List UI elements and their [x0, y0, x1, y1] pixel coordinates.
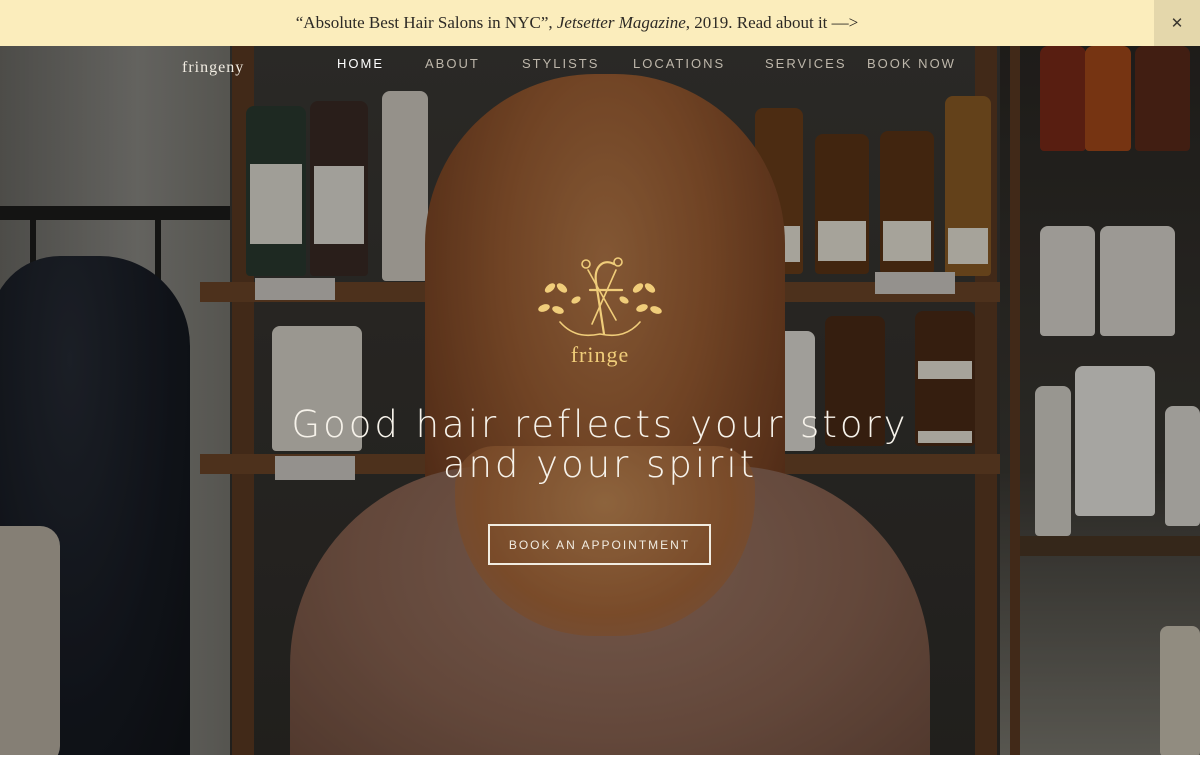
banner-publication: Jetsetter Magazine	[556, 13, 686, 32]
nav-stylists[interactable]: STYLISTS	[522, 56, 599, 71]
nav-home[interactable]: HOME	[337, 56, 384, 71]
announcement-banner: “Absolute Best Hair Salons in NYC”, Jets…	[0, 0, 1200, 46]
nav-book-now[interactable]: BOOK NOW	[867, 56, 956, 71]
close-icon: ✕	[1170, 14, 1184, 32]
nav-locations[interactable]: LOCATIONS	[633, 56, 725, 71]
banner-message[interactable]: “Absolute Best Hair Salons in NYC”, Jets…	[296, 13, 858, 33]
banner-quote: “Absolute Best Hair Salons in NYC”,	[295, 13, 557, 32]
nav-services[interactable]: SERVICES	[765, 56, 847, 71]
banner-read-link[interactable]: , 2019. Read about it —>	[686, 13, 858, 32]
banner-close-button[interactable]: ✕	[1154, 0, 1200, 46]
main-nav: HOME ABOUT STYLISTS LOCATIONS SERVICES B…	[0, 56, 1200, 76]
hero-section	[0, 46, 1200, 755]
headline-line-1: Good hair reflects your story	[291, 403, 909, 446]
headline-line-2: and your spirit	[442, 443, 758, 486]
logo-wordmark: fringe	[570, 342, 630, 367]
hero-headline: Good hair reflects your story and your s…	[200, 405, 1000, 485]
book-appointment-button[interactable]: BOOK AN APPOINTMENT	[488, 524, 711, 565]
nav-about[interactable]: ABOUT	[425, 56, 480, 71]
